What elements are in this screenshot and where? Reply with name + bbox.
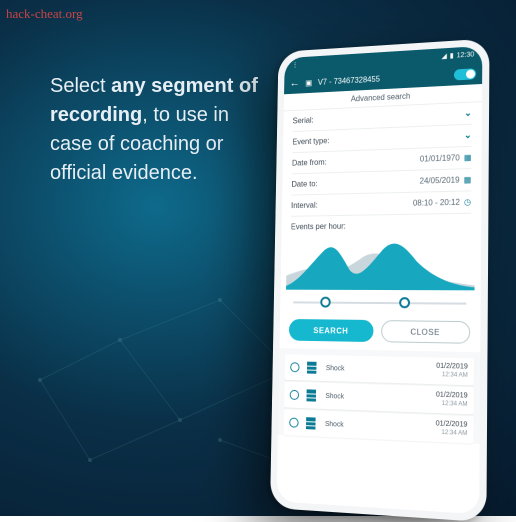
slider-track [293,301,466,304]
action-buttons: SEARCH CLOSE [279,313,480,352]
signal-icon: ▮ [450,52,454,60]
event-type-label: Event type: [292,136,329,146]
search-button[interactable]: SEARCH [289,319,374,342]
event-type: Shock [325,420,436,432]
event-datetime: 01/2/201912:34 AM [436,392,468,409]
results-list: Shock 01/2/201912:34 AM Shock 01/2/20191… [278,348,480,444]
date-to-value: 24/05/2019 [420,175,460,185]
events-per-hour-label: Events per hour: [282,214,482,232]
calendar-icon: ▦ [464,175,472,184]
watermark: hack-cheat.org [6,6,83,22]
radio-icon[interactable] [289,418,299,428]
camera-icon: ▣ [305,78,312,87]
promo-text: Select any segment of recording, to use … [50,72,270,188]
screen: ⋮ ◢ ▮ 12:30 ← ▣ V7 - 73467328455 Advance… [277,46,483,514]
page-title: V7 - 73467328455 [318,74,380,86]
date-from-value: 01/01/1970 [420,153,460,163]
time-range-slider[interactable] [289,292,470,315]
event-type: Shock [325,392,436,403]
event-icon [307,362,317,374]
event-type: Shock [326,365,436,375]
phone-mockup: ⋮ ◢ ▮ 12:30 ← ▣ V7 - 73467328455 Advance… [270,38,489,522]
event-datetime: 01/2/201912:34 AM [436,420,468,437]
status-left: ⋮ [292,61,299,69]
wifi-icon: ◢ [441,52,446,60]
close-button[interactable]: CLOSE [381,320,470,344]
back-icon[interactable]: ← [290,77,300,89]
date-to-label: Date to: [292,179,318,188]
promo-pre: Select [50,75,111,97]
record-toggle[interactable] [454,68,476,80]
radio-icon[interactable] [290,362,299,372]
events-chart [286,231,475,290]
event-datetime: 01/2/201912:34 AM [436,363,468,380]
event-icon [306,389,316,401]
list-item[interactable]: Shock 01/2/201912:34 AM [284,354,474,385]
chevron-down-icon: ⌄ [464,130,472,141]
event-icon [306,417,316,429]
clock-icon: ◷ [464,197,471,206]
radio-icon[interactable] [290,390,299,400]
calendar-icon: ▦ [464,153,472,162]
search-form: Serial: ⌄ Event type: ⌄ Date from: 01/01… [282,102,482,217]
device-shell: ⋮ ◢ ▮ 12:30 ← ▣ V7 - 73467328455 Advance… [270,38,489,522]
interval-value: 08:10 - 20:12 [413,198,460,208]
status-right: ◢ ▮ 12:30 [441,50,474,60]
promo-frame: Select any segment of recording, to use … [20,22,496,494]
menu-icon: ⋮ [292,61,299,69]
serial-label: Serial: [293,116,314,126]
date-from-label: Date from: [292,158,327,168]
slider-thumb-start[interactable] [321,297,332,308]
clock: 12:30 [457,51,475,59]
chevron-down-icon: ⌄ [464,108,472,119]
interval-field[interactable]: Interval: 08:10 - 20:12 ◷ [291,191,471,216]
slider-thumb-end[interactable] [399,297,410,308]
list-item[interactable]: Shock 01/2/201912:34 AM [283,409,473,443]
interval-label: Interval: [291,201,318,210]
